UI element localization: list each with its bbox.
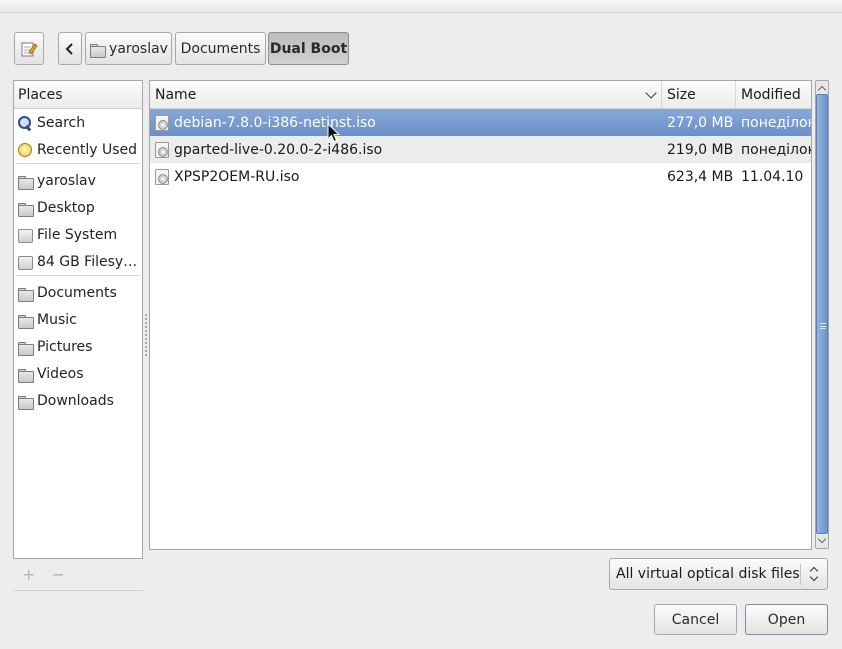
cancel-button[interactable]: Cancel [654, 604, 737, 635]
sidebar-item-84gb-filesystem[interactable]: 84 GB Filesy… [14, 248, 142, 275]
drive-icon [17, 227, 33, 243]
downloads-folder-icon [17, 393, 34, 410]
crumb-home[interactable]: yaroslav [85, 32, 172, 65]
sidebar-item-music[interactable]: Music [14, 306, 142, 333]
file-row-xpsp2[interactable]: XPSP2OEM-RU.iso 623,4 MB 11.04.10 [150, 163, 811, 190]
scroll-down-icon[interactable] [817, 534, 827, 544]
back-button[interactable] [58, 32, 82, 65]
sidebar-item-label: File System [37, 226, 118, 243]
music-folder-icon [17, 312, 34, 329]
sidebar-item-label: Documents [37, 284, 117, 301]
combo-divider [800, 564, 801, 585]
column-header-label: Name [155, 86, 197, 103]
home-folder-icon [89, 41, 107, 58]
column-header-label: Modified [741, 86, 801, 103]
scroll-up-icon[interactable] [817, 85, 827, 95]
videos-folder-icon [17, 366, 34, 383]
sidebar-item-pictures[interactable]: Pictures [14, 333, 142, 360]
up-down-chevron-icon [809, 566, 819, 584]
open-button-label: Open [767, 611, 806, 628]
sidebar-item-videos[interactable]: Videos [14, 360, 142, 387]
sidebar-item-label: Pictures [37, 338, 93, 355]
file-list: Name Size Modified debian-7.8.0-i386-net… [149, 80, 812, 550]
vertical-scrollbar[interactable] [815, 80, 829, 549]
sidebar-item-file-system[interactable]: File System [14, 221, 142, 248]
window-top-edge [0, 0, 842, 13]
bookmark-controls: + − [22, 565, 65, 584]
sidebar-item-label: Music [37, 311, 77, 328]
disc-image-icon [155, 168, 169, 185]
sidebar-item-label: Videos [37, 365, 84, 382]
desktop-folder-icon [17, 200, 34, 217]
chevron-left-icon [65, 42, 73, 55]
crumb-dual-boot[interactable]: Dual Boot [268, 32, 349, 65]
file-name: XPSP2OEM-RU.iso [174, 168, 300, 185]
file-modified: понеділок [741, 114, 811, 131]
column-header-label: Size [667, 86, 696, 103]
filter-selected-label: All virtual optical disk files [616, 566, 800, 582]
sidebar-item-label: yaroslav [37, 172, 96, 189]
column-header-modified[interactable]: Modified [736, 81, 811, 108]
file-row-debian[interactable]: debian-7.8.0-i386-netinst.iso 277,0 MB п… [150, 109, 811, 136]
sidebar-item-desktop[interactable]: Desktop [14, 194, 142, 221]
file-size: 623,4 MB [667, 168, 734, 185]
file-name-cell: XPSP2OEM-RU.iso [150, 163, 662, 190]
places-sidebar: Places Search Recently Used yaroslav Des… [13, 80, 143, 559]
search-icon [17, 115, 33, 131]
file-size: 219,0 MB [667, 141, 734, 158]
crumb-documents[interactable]: Documents [175, 32, 266, 65]
mouse-cursor-icon [327, 123, 340, 143]
file-name: gparted-live-0.20.0-2-i486.iso [174, 141, 383, 158]
places-header[interactable]: Places [14, 81, 142, 109]
sidebar-item-label: Desktop [37, 199, 95, 216]
file-list-header: Name Size Modified [150, 81, 811, 109]
sort-descending-icon [645, 87, 657, 99]
sidebar-item-label: Downloads [37, 392, 114, 409]
file-row-gparted[interactable]: gparted-live-0.20.0-2-i486.iso 219,0 MB … [150, 136, 811, 163]
open-button[interactable]: Open [745, 604, 828, 635]
crumb-label: Dual Boot [269, 40, 348, 57]
sidebar-item-label: Search [37, 114, 86, 131]
disc-image-icon [155, 114, 169, 131]
disc-image-icon [155, 141, 169, 158]
sidebar-bottom-divider [13, 590, 143, 591]
file-modified: 11.04.10 [741, 168, 804, 185]
home-folder-icon [17, 173, 34, 190]
column-header-size[interactable]: Size [662, 81, 736, 108]
remove-bookmark-button[interactable]: − [51, 565, 64, 584]
edit-pencil-icon [21, 42, 38, 56]
sidebar-item-yaroslav[interactable]: yaroslav [14, 167, 142, 194]
crumb-label: yaroslav [109, 40, 168, 57]
pane-resize-handle[interactable] [144, 313, 148, 357]
file-modified: понеділок [741, 141, 811, 158]
sidebar-item-label: Recently Used [37, 141, 138, 158]
sidebar-item-recently-used[interactable]: Recently Used [14, 136, 142, 163]
sidebar-item-documents[interactable]: Documents [14, 279, 142, 306]
file-size: 277,0 MB [667, 114, 734, 131]
documents-folder-icon [17, 285, 34, 302]
edit-location-button[interactable] [14, 32, 44, 65]
sidebar-item-downloads[interactable]: Downloads [14, 387, 142, 414]
add-bookmark-button[interactable]: + [22, 565, 35, 584]
scrollbar-thumb[interactable] [816, 94, 828, 534]
drive-icon [17, 254, 33, 270]
grip-icon [820, 323, 826, 329]
file-name: debian-7.8.0-i386-netinst.iso [174, 114, 376, 131]
file-type-filter[interactable]: All virtual optical disk files [609, 558, 828, 590]
file-name-cell: debian-7.8.0-i386-netinst.iso [150, 109, 662, 136]
cancel-button-label: Cancel [671, 611, 720, 628]
crumb-label: Documents [180, 40, 261, 57]
column-header-name[interactable]: Name [150, 81, 662, 108]
sidebar-item-search[interactable]: Search [14, 109, 142, 136]
pictures-folder-icon [17, 339, 34, 356]
sidebar-item-label: 84 GB Filesy… [37, 253, 138, 270]
file-name-cell: gparted-live-0.20.0-2-i486.iso [150, 136, 662, 163]
recent-icon [17, 142, 33, 158]
